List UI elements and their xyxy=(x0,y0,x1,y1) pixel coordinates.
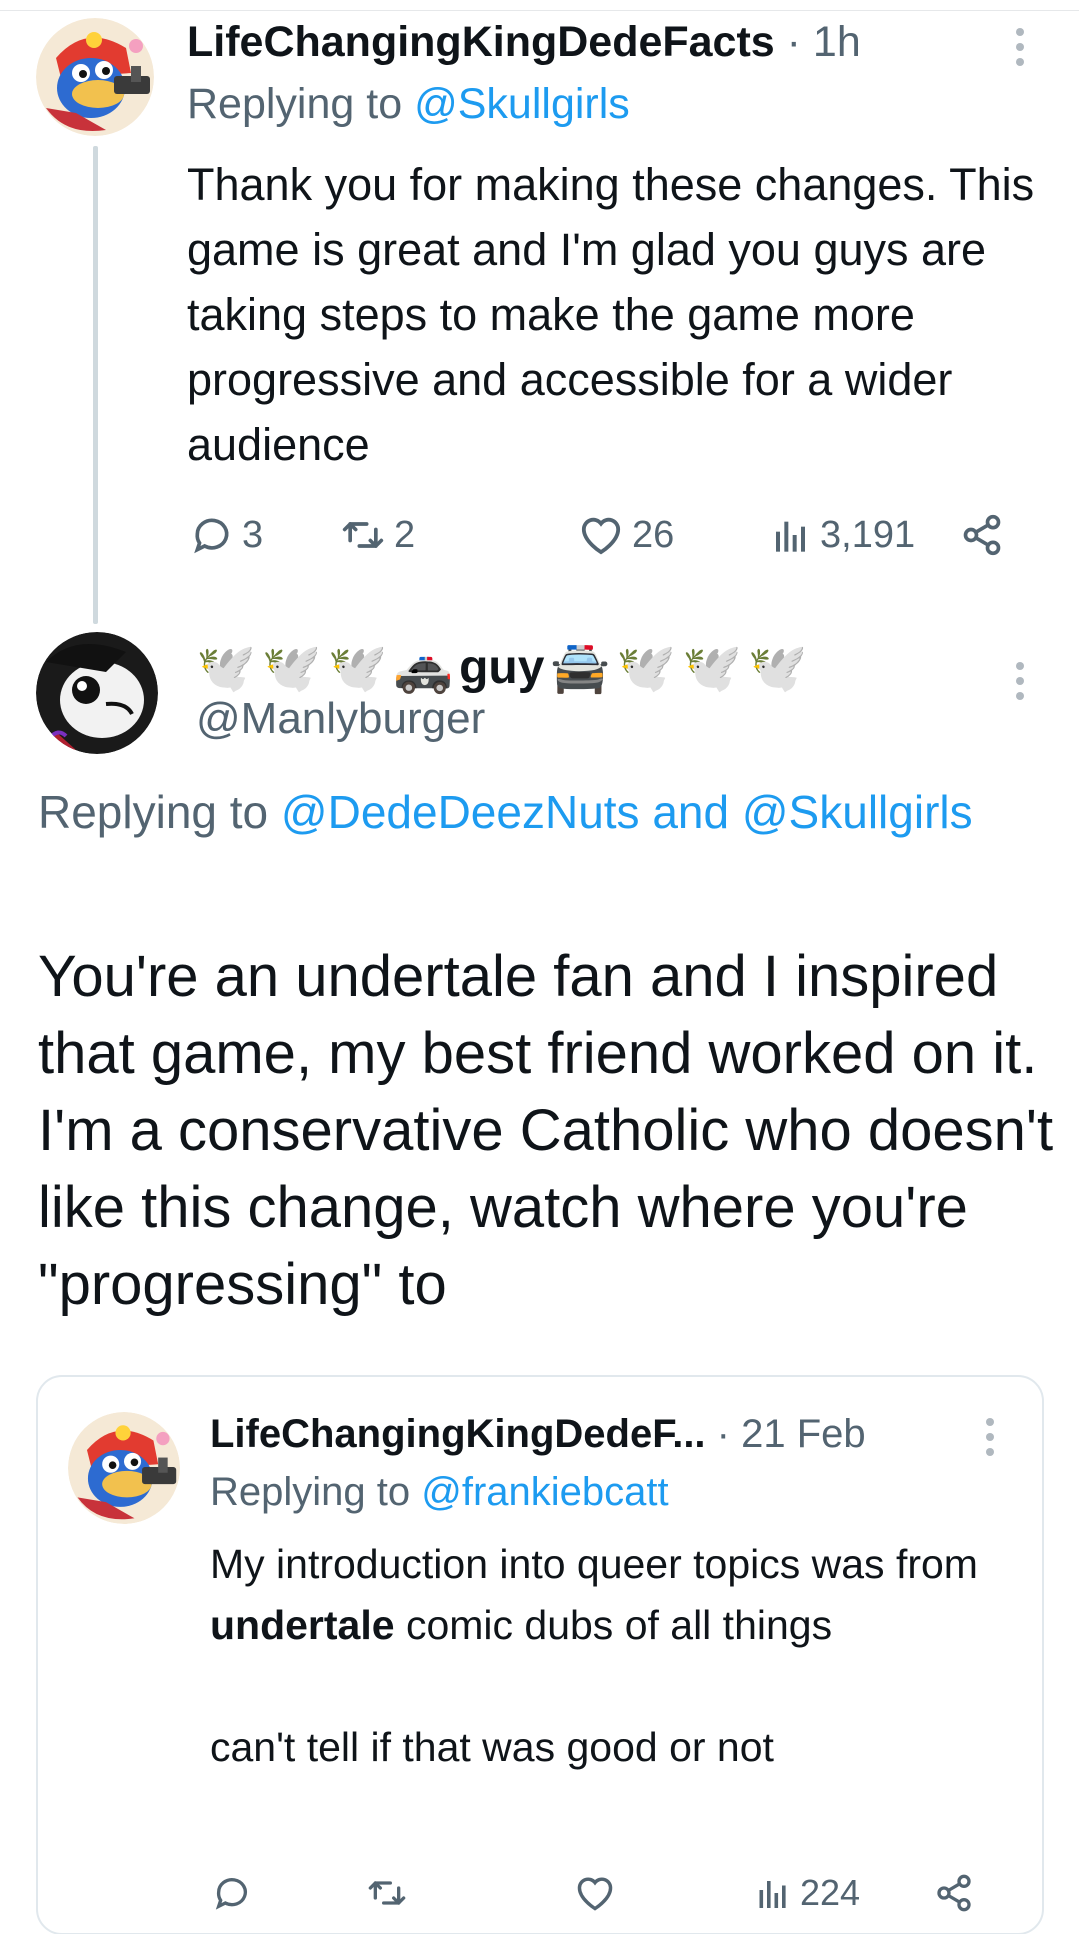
quoted-more-options-icon[interactable] xyxy=(984,1418,996,1456)
quoted-display-name[interactable]: LifeChangingKingDedeF... xyxy=(210,1412,706,1456)
dove-icon: 🕊️ xyxy=(681,641,742,695)
quoted-action-bar: 224 xyxy=(212,1866,1002,1920)
quoted-repost-button[interactable] xyxy=(366,1866,408,1920)
replying-to-handle-link[interactable]: @Skullgirls xyxy=(414,80,630,128)
dove-icon: 🕊️ xyxy=(747,641,808,695)
quoted-timestamp[interactable]: · 21 Feb xyxy=(717,1412,866,1456)
tweet1-timestamp[interactable]: · 1h xyxy=(787,18,861,66)
tweet1-more-options-icon[interactable] xyxy=(1014,28,1026,66)
quoted-views-button[interactable]: 224 xyxy=(754,1866,860,1920)
quoted-text-paragraph: My introduction into queer topics was fr… xyxy=(210,1534,1030,1656)
quoted-text-bold: undertale xyxy=(210,1602,395,1648)
views-button[interactable]: 3,191 xyxy=(770,505,915,565)
quoted-tweet-text: My introduction into queer topics was fr… xyxy=(210,1534,1030,1778)
quoted-like-button[interactable] xyxy=(574,1866,616,1920)
quoted-text-before: My introduction into queer topics was fr… xyxy=(210,1541,978,1587)
avatar-king-dede[interactable] xyxy=(36,18,154,136)
tweet2-display-name-row[interactable]: 🕊️ 🕊️ 🕊️ 🚓 guy 🚔 🕊️ 🕊️ 🕊️ xyxy=(196,632,807,702)
replying-to-label: Replying to xyxy=(210,1470,411,1514)
repost-count: 2 xyxy=(394,513,416,556)
tweet2-display-name: guy xyxy=(459,640,545,694)
tweet2-text: You're an undertale fan and I inspired t… xyxy=(38,944,1054,1317)
tweet2-handle[interactable]: @Manlyburger xyxy=(196,694,485,744)
avatar-manlyburger[interactable] xyxy=(36,632,158,754)
heart-icon xyxy=(581,517,621,555)
tweet1-action-bar: 3 2 26 3,191 xyxy=(190,505,1020,565)
quoted-replying-to: Replying to @frankiebcatt xyxy=(210,1470,669,1515)
quoted-tweet-header: LifeChangingKingDedeF... · 21 Feb xyxy=(210,1406,866,1462)
quoted-reply-button[interactable] xyxy=(212,1866,252,1920)
like-count: 26 xyxy=(632,513,675,556)
quoted-share-button[interactable] xyxy=(934,1866,974,1920)
reply-icon xyxy=(194,518,229,554)
quoted-text-after: comic dubs of all things xyxy=(394,1602,833,1648)
tweet2-more-options-icon[interactable] xyxy=(1014,662,1026,700)
repost-button[interactable]: 2 xyxy=(340,505,415,565)
tweet1-replying-to: Replying to @Skullgirls xyxy=(187,80,630,129)
reply-count: 3 xyxy=(242,513,264,556)
share-button[interactable] xyxy=(960,505,1004,565)
share-icon xyxy=(963,514,1001,556)
top-divider xyxy=(0,10,1079,11)
share-icon xyxy=(937,1874,971,1912)
thread-connector-line xyxy=(93,146,98,624)
dove-icon: 🕊️ xyxy=(196,641,256,695)
repost-icon xyxy=(342,522,384,548)
police-car-icon: 🚓 xyxy=(393,641,454,695)
heart-icon xyxy=(577,1877,613,1911)
dove-icon: 🕊️ xyxy=(616,641,676,695)
tweet1-header: LifeChangingKingDedeFacts · 1h xyxy=(187,14,861,70)
views-chart-icon xyxy=(776,521,805,552)
reply-button[interactable]: 3 xyxy=(190,505,263,565)
replying-to-handle-link[interactable]: @frankiebcatt xyxy=(421,1470,668,1514)
tweet1-text: Thank you for making these changes. This… xyxy=(187,159,1035,470)
tweet2-replying-to: Replying to @DedeDeezNuts and @Skullgirl… xyxy=(38,778,1038,846)
like-button[interactable]: 26 xyxy=(578,505,674,565)
dove-icon: 🕊️ xyxy=(261,641,322,695)
tweet1-display-name[interactable]: LifeChangingKingDedeFacts xyxy=(187,18,775,66)
quoted-avatar-king-dede[interactable] xyxy=(68,1412,180,1524)
replying-to-label: Replying to xyxy=(38,786,269,838)
view-count: 3,191 xyxy=(820,513,916,556)
views-chart-icon xyxy=(759,1881,786,1908)
quoted-view-count: 224 xyxy=(800,1872,861,1913)
reply-icon xyxy=(215,1878,247,1910)
replying-to-label: Replying to xyxy=(187,80,403,128)
replying-to-handles-link[interactable]: @DedeDeezNuts and @Skullgirls xyxy=(281,786,973,838)
oncoming-police-car-icon: 🚔 xyxy=(550,641,611,695)
repost-icon xyxy=(368,1881,406,1905)
dove-icon: 🕊️ xyxy=(327,641,388,695)
quoted-text-second: can't tell if that was good or not xyxy=(210,1724,774,1770)
